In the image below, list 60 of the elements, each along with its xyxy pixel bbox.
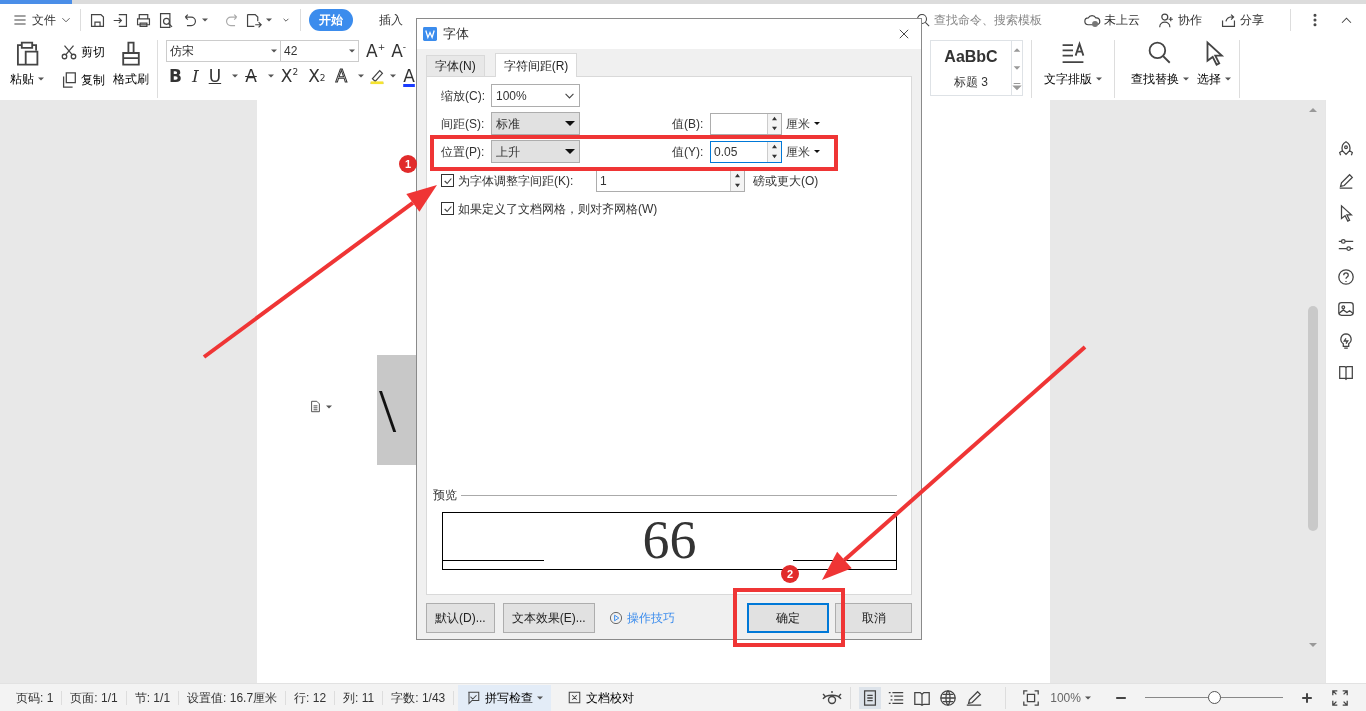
style-name[interactable]: 标题 3 bbox=[954, 73, 988, 91]
copy-button[interactable]: 复制 bbox=[60, 68, 105, 92]
paste-button[interactable]: 粘贴 bbox=[10, 40, 44, 92]
status-text: 字数: 1/43 bbox=[383, 690, 455, 705]
style-preview[interactable]: AaBbC bbox=[944, 45, 998, 69]
format-button[interactable]: X$^{2}$ bbox=[277, 66, 302, 86]
dialog-title: 字体 bbox=[443, 25, 469, 44]
number-field[interactable]: 1 bbox=[596, 169, 745, 192]
dialog-button[interactable]: 默认(D)... bbox=[426, 603, 495, 633]
format-button[interactable]: U bbox=[205, 66, 225, 86]
status-text: 设置值: 16.7厘米 bbox=[179, 690, 287, 705]
checkbox-label: 为字体调整字间距(K): bbox=[458, 172, 575, 190]
format-button[interactable]: A bbox=[332, 66, 351, 86]
unit-dropdown[interactable]: 厘米 bbox=[786, 114, 820, 133]
cut-button[interactable]: 剪切 bbox=[60, 40, 105, 64]
status-text: 页码: 1 bbox=[8, 690, 63, 705]
dropdown-select[interactable]: 标准 bbox=[491, 112, 580, 135]
status-text: 行: 12 bbox=[286, 690, 336, 705]
proofread-button[interactable]: 文档校对 bbox=[559, 687, 643, 708]
ribbon-tab[interactable]: 插入 bbox=[373, 9, 409, 31]
status-text: 节: 1/1 bbox=[126, 690, 180, 705]
number-field[interactable]: 0.05 bbox=[710, 140, 782, 163]
field-label: 位置(P): bbox=[441, 143, 486, 161]
format-button[interactable]: A bbox=[242, 66, 260, 86]
ribbon-tool-button[interactable]: 文字排版 bbox=[1044, 40, 1102, 88]
dialog-tab[interactable]: 字符间距(R) bbox=[494, 53, 578, 77]
status-text: 页面: 1/1 bbox=[62, 690, 127, 705]
action-button[interactable]: 协作 bbox=[1158, 11, 1202, 29]
search-field[interactable]: 查找命令、搜索模板 bbox=[934, 11, 1042, 29]
zoom-level[interactable]: 100% bbox=[1044, 687, 1097, 708]
shrink-font-button[interactable]: A$^{-}$ bbox=[388, 41, 410, 61]
field-label: 值(B): bbox=[672, 115, 705, 133]
action-button[interactable]: 分享 bbox=[1220, 11, 1264, 29]
format-button[interactable]: I bbox=[188, 66, 202, 86]
action-button[interactable]: 未上云 bbox=[1084, 11, 1140, 29]
format-painter-button[interactable]: 格式刷 bbox=[113, 40, 149, 92]
cancel-button[interactable]: 取消 bbox=[835, 603, 912, 633]
field-label: 间距(S): bbox=[441, 115, 486, 133]
ribbon-tool-button[interactable]: 选择 bbox=[1197, 40, 1231, 88]
checkbox-label: 如果定义了文档网格，则对齐网格(W) bbox=[458, 200, 658, 218]
grow-font-button[interactable]: A$^{+}$ bbox=[363, 41, 389, 61]
file-menu[interactable]: 文件 bbox=[28, 9, 60, 31]
spell-check-button[interactable]: 拼写检查 bbox=[458, 684, 552, 711]
status-text: 列: 11 bbox=[335, 690, 384, 705]
group-label: 预览 bbox=[433, 487, 457, 504]
font-name-field[interactable]: 仿宋 bbox=[166, 40, 281, 62]
field-label: 值(Y): bbox=[672, 143, 705, 161]
ribbon-tool-button[interactable]: 查找替换 bbox=[1131, 40, 1189, 88]
preview-sample: 66 bbox=[642, 513, 697, 569]
ok-button[interactable]: 确定 bbox=[747, 603, 829, 633]
format-button[interactable]: B bbox=[166, 66, 185, 86]
scale-select[interactable]: 100% bbox=[491, 84, 580, 107]
dialog-button[interactable]: 文本效果(E)... bbox=[502, 603, 595, 633]
unit-dropdown[interactable]: 厘米 bbox=[786, 142, 820, 161]
dropdown-select[interactable]: 上升 bbox=[491, 140, 580, 163]
field-label: 缩放(C): bbox=[441, 87, 486, 105]
dialog-tab[interactable]: 字体(N) bbox=[426, 55, 485, 76]
format-button[interactable]: A bbox=[400, 66, 418, 86]
font-size-field[interactable]: 42 bbox=[281, 40, 359, 62]
field-label: 磅或更大(O) bbox=[753, 172, 819, 190]
